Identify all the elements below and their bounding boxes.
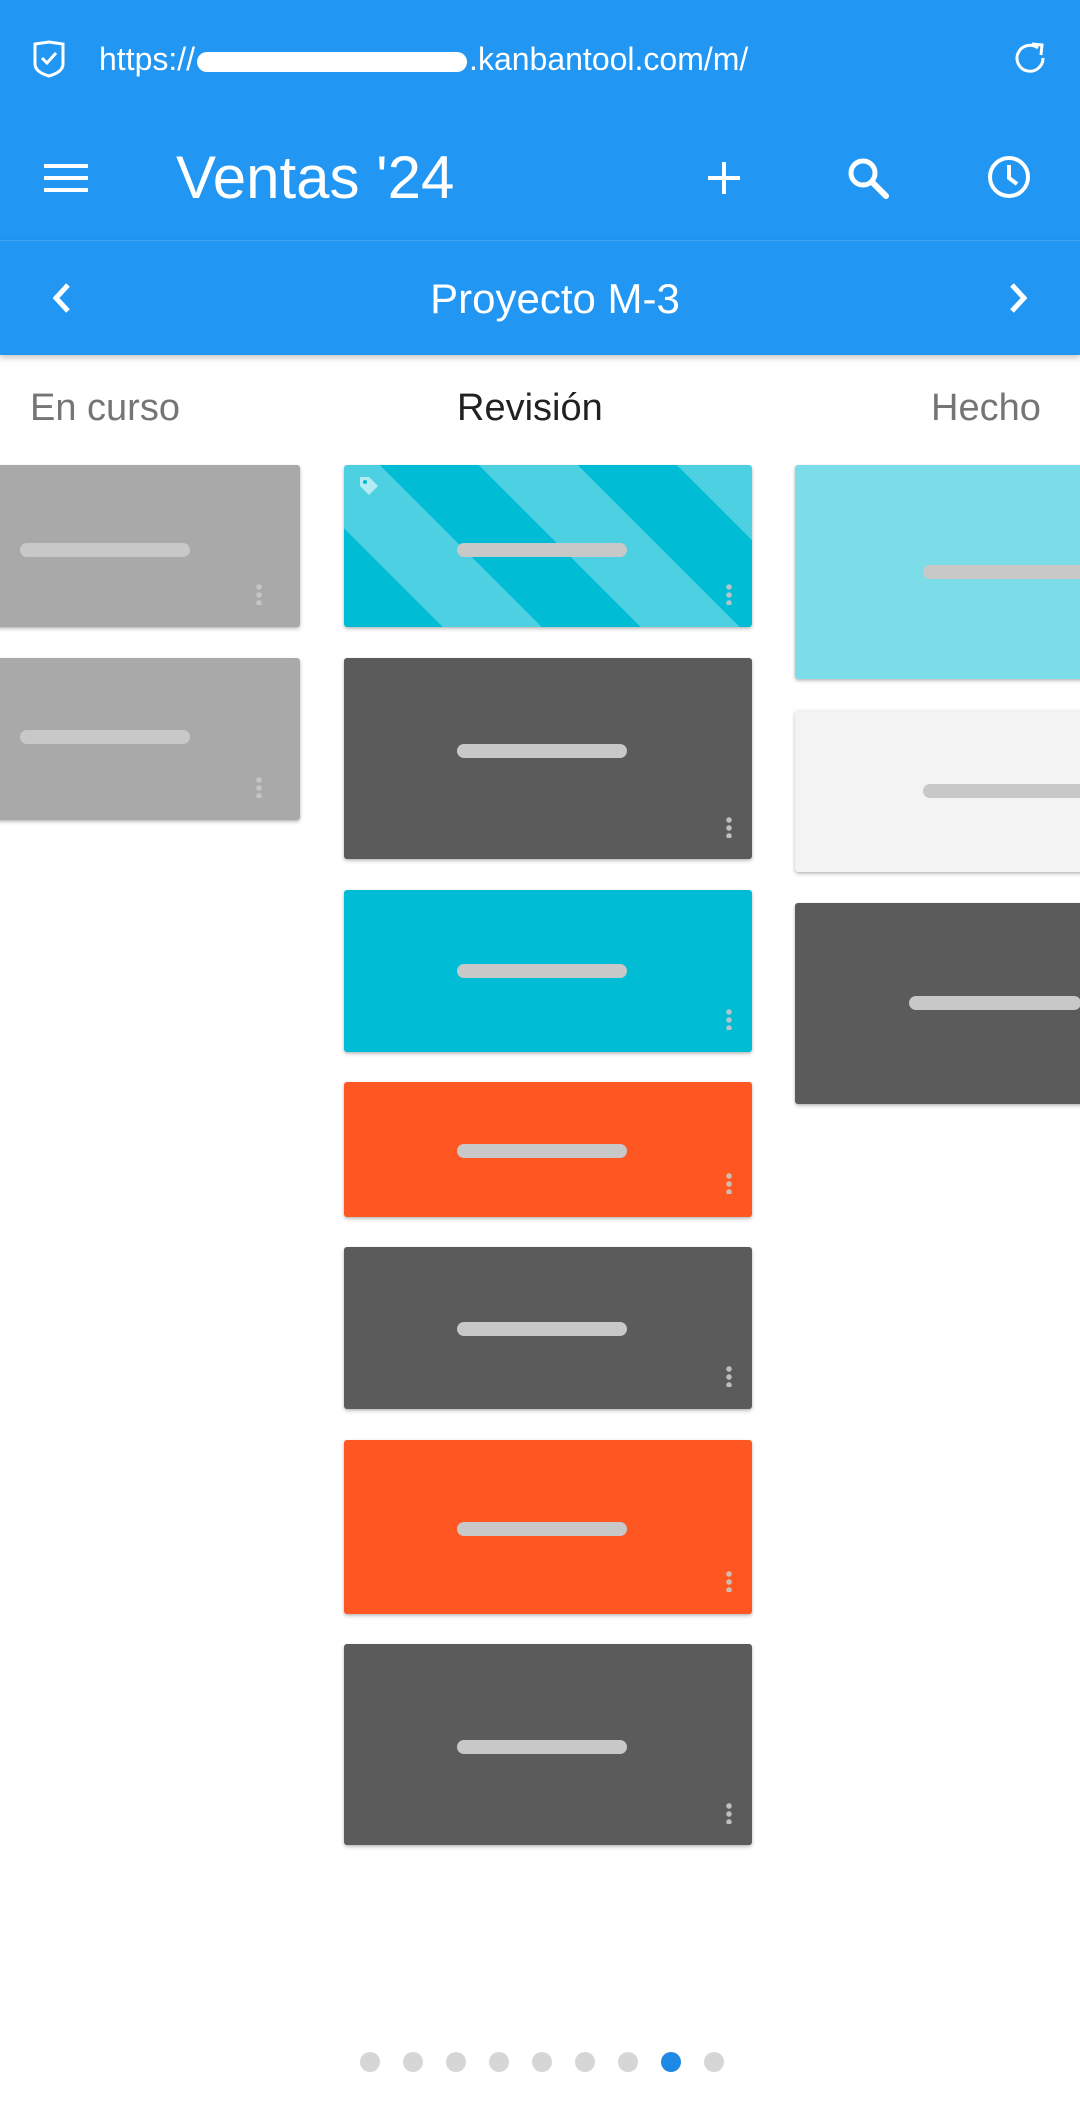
card-title-placeholder [457,1144,627,1158]
page-dot-7[interactable] [618,2052,638,2072]
url-suffix: .kanbantool.com/m/ [469,41,749,77]
card-title-placeholder [457,1322,627,1336]
tag-icon [360,477,378,495]
page-dot-4[interactable] [489,2052,509,2072]
card-title-placeholder [20,543,190,557]
card-revision-4[interactable] [344,1082,752,1217]
swimlane-title: Proyecto M-3 [430,275,680,322]
card-menu-icon[interactable] [726,816,732,838]
card-title-placeholder [457,1522,627,1536]
card-menu-icon[interactable] [726,1172,732,1194]
add-icon[interactable] [706,156,742,200]
app-header: Ventas '24 [0,118,1080,241]
menu-icon[interactable] [44,158,88,198]
url-redacted-subdomain [197,51,468,72]
page-dot-3[interactable] [446,2052,466,2072]
reload-icon[interactable] [1010,38,1050,78]
clock-icon[interactable] [986,154,1032,200]
url-field[interactable]: https:// .kanbantool.com/m/ [99,38,748,80]
card-menu-icon[interactable] [726,583,732,605]
page-indicator [360,2052,724,2072]
card-title-placeholder [923,565,1080,579]
card-title-placeholder [457,964,627,978]
column-header-en-curso[interactable]: En curso [30,384,180,432]
card-en-curso-2[interactable] [0,658,300,820]
card-hecho-1[interactable] [795,465,1080,679]
page-dot-5[interactable] [532,2052,552,2072]
card-revision-6[interactable] [344,1440,752,1614]
card-title-placeholder [909,996,1080,1010]
chevron-right-icon[interactable] [1006,281,1032,315]
card-title-placeholder [457,1740,627,1754]
page-dot-2[interactable] [403,2052,423,2072]
card-hecho-2[interactable] [795,710,1080,872]
card-revision-5[interactable] [344,1247,752,1409]
column-header-hecho[interactable]: Hecho [931,384,1041,432]
card-title-placeholder [923,784,1080,798]
page-dot-6[interactable] [575,2052,595,2072]
search-icon[interactable] [846,156,890,200]
card-title-placeholder [457,543,627,557]
card-revision-2[interactable] [344,658,752,859]
card-revision-3[interactable] [344,890,752,1052]
card-menu-icon[interactable] [726,1802,732,1824]
card-menu-icon[interactable] [726,1570,732,1592]
page-dot-9[interactable] [704,2052,724,2072]
card-revision-7[interactable] [344,1644,752,1845]
url-prefix: https:// [99,41,196,77]
card-menu-icon[interactable] [256,776,262,798]
card-title-placeholder [20,730,190,744]
card-menu-icon[interactable] [726,1365,732,1387]
card-hecho-3[interactable] [795,903,1080,1104]
column-header-revision[interactable]: Revisión [457,384,603,432]
shield-check-icon [33,40,65,78]
page-dot-8[interactable] [661,2052,681,2072]
card-menu-icon[interactable] [256,583,262,605]
card-revision-1[interactable] [344,465,752,627]
card-title-placeholder [457,744,627,758]
page-dot-1[interactable] [360,2052,380,2072]
board-title[interactable]: Ventas '24 [176,138,454,218]
browser-url-bar: https:// .kanbantool.com/m/ [0,0,1080,118]
swimlane-nav: Proyecto M-3 [0,241,1080,355]
card-menu-icon[interactable] [726,1008,732,1030]
card-en-curso-1[interactable] [0,465,300,627]
